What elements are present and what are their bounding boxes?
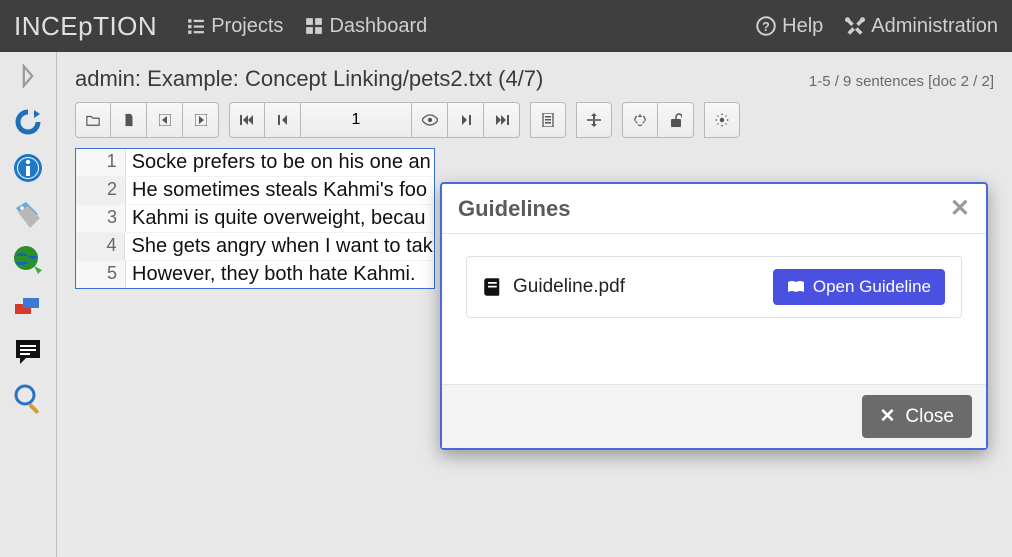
line-text[interactable]: However, they both hate Kahmi. <box>126 261 422 288</box>
close-x-icon: ✕ <box>880 405 896 428</box>
nav-administration[interactable]: Administration <box>845 15 998 38</box>
dialog-title: Guidelines <box>458 196 570 222</box>
editor-line: 4She gets angry when I want to tak <box>76 233 434 261</box>
guideline-row: Guideline.pdf Open Guideline <box>466 256 962 318</box>
nav-dashboard-label: Dashboard <box>329 15 427 38</box>
first-page-button[interactable] <box>229 102 265 138</box>
nav-administration-label: Administration <box>871 15 998 38</box>
last-page-button[interactable] <box>484 102 520 138</box>
prev-doc-button[interactable] <box>147 102 183 138</box>
line-text[interactable]: Socke prefers to be on his one an <box>126 149 434 176</box>
editor-line: 1Socke prefers to be on his one an <box>76 149 434 177</box>
globe-icon[interactable] <box>10 242 46 278</box>
windows-icon[interactable] <box>10 288 46 324</box>
info-icon[interactable] <box>10 150 46 186</box>
dashboard-icon <box>305 17 323 35</box>
settings-button[interactable] <box>704 102 740 138</box>
nav-help[interactable]: ? Help <box>756 15 823 38</box>
page-number-input[interactable] <box>301 103 411 137</box>
editor-line: 5However, they both hate Kahmi. <box>76 261 434 288</box>
search-icon[interactable] <box>10 380 46 416</box>
show-button[interactable] <box>412 102 448 138</box>
view-mode-button[interactable] <box>530 102 566 138</box>
guideline-filename: Guideline.pdf <box>513 276 625 298</box>
help-icon: ? <box>756 16 776 36</box>
app-brand: INCEpTION <box>14 11 157 42</box>
recycle-button[interactable] <box>622 102 658 138</box>
line-number: 1 <box>76 149 126 176</box>
text-editor[interactable]: 1Socke prefers to be on his one an 2He s… <box>75 148 435 289</box>
line-number: 4 <box>76 233 125 260</box>
line-number: 3 <box>76 205 126 232</box>
list-icon <box>187 17 205 35</box>
editor-toolbar <box>75 102 994 138</box>
left-sidebar <box>0 52 57 557</box>
open-book-icon <box>787 279 805 295</box>
document-status: 1-5 / 9 sentences [doc 2 / 2] <box>809 73 994 90</box>
refresh-icon[interactable] <box>10 104 46 140</box>
nav-projects-label: Projects <box>211 15 283 38</box>
line-text[interactable]: Kahmi is quite overweight, becau <box>126 205 432 232</box>
open-guideline-label: Open Guideline <box>813 277 931 297</box>
top-navbar: INCEpTION Projects Dashboard ? Help Admi… <box>0 0 1012 52</box>
line-number: 5 <box>76 261 126 288</box>
prev-page-button[interactable] <box>265 102 301 138</box>
sidebar-expand[interactable] <box>10 58 46 94</box>
document-title: admin: Example: Concept Linking/pets2.tx… <box>75 66 543 92</box>
line-text[interactable]: He sometimes steals Kahmi's foo <box>126 177 433 204</box>
open-guideline-button[interactable]: Open Guideline <box>773 269 945 305</box>
close-button[interactable]: ✕ Close <box>862 395 973 438</box>
open-button[interactable] <box>75 102 111 138</box>
close-button-label: Close <box>905 406 954 428</box>
scroll-mode-button[interactable] <box>576 102 612 138</box>
line-number: 2 <box>76 177 126 204</box>
unlock-button[interactable] <box>658 102 694 138</box>
tools-icon <box>845 16 865 36</box>
line-text[interactable]: She gets angry when I want to tak <box>125 233 434 260</box>
next-page-button[interactable] <box>448 102 484 138</box>
guidelines-dialog: Guidelines ✕ Guideline.pdf Open Guidelin… <box>440 182 988 450</box>
tags-icon[interactable] <box>10 196 46 232</box>
nav-dashboard[interactable]: Dashboard <box>305 15 427 38</box>
next-doc-button[interactable] <box>183 102 219 138</box>
close-icon[interactable]: ✕ <box>950 194 970 223</box>
editor-line: 3Kahmi is quite overweight, becau <box>76 205 434 233</box>
nav-projects[interactable]: Projects <box>187 15 283 38</box>
comment-icon[interactable] <box>10 334 46 370</box>
book-icon <box>483 277 503 297</box>
nav-help-label: Help <box>782 15 823 38</box>
editor-line: 2He sometimes steals Kahmi's foo <box>76 177 434 205</box>
page-number-field[interactable] <box>301 102 412 138</box>
svg-text:?: ? <box>762 20 770 34</box>
export-button[interactable] <box>111 102 147 138</box>
